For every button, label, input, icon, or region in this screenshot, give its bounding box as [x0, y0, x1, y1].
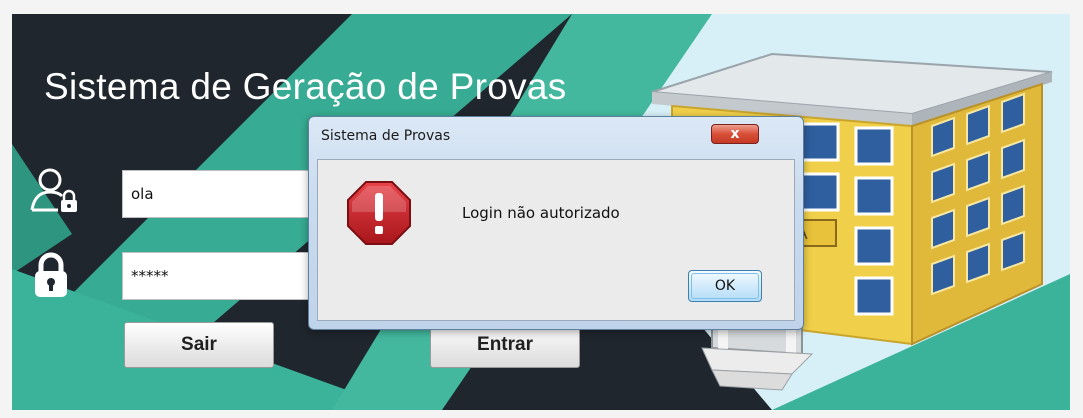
dialog-body: Login não autorizado OK	[317, 159, 795, 321]
password-field[interactable]: *****	[122, 252, 312, 300]
dialog-title: Sistema de Provas	[321, 128, 451, 144]
error-stop-icon	[347, 181, 411, 245]
dialog-message: Login não autorizado	[462, 204, 620, 222]
close-icon: x	[730, 126, 740, 142]
ok-button[interactable]: OK	[688, 270, 762, 302]
error-dialog: Sistema de Provas x Login não autorizado…	[308, 116, 804, 330]
login-window: LA Sistema de Geração de Provas ola ****…	[12, 14, 1070, 410]
username-field[interactable]: ola	[122, 170, 312, 218]
exit-button[interactable]: Sair	[124, 322, 274, 368]
app-title: Sistema de Geração de Provas	[44, 66, 567, 107]
padlock-icon	[35, 252, 67, 297]
dialog-close-button[interactable]: x	[711, 124, 759, 144]
user-lock-icon	[30, 168, 77, 212]
